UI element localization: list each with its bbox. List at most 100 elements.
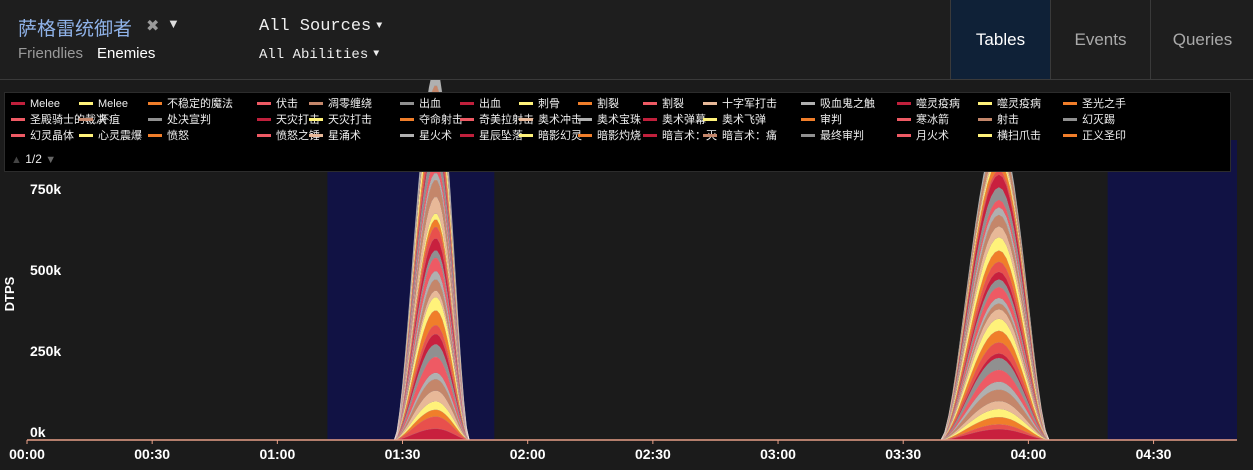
legend-swatch: [703, 101, 717, 105]
ability-dropdown[interactable]: All Abilities ▼: [259, 47, 379, 63]
legend-label: 噬灵疫病: [916, 98, 960, 110]
legend-label: 凋零缠绕: [328, 98, 372, 110]
legend-item[interactable]: Melee: [11, 97, 60, 112]
legend-item[interactable]: 寒冰箭: [897, 113, 949, 128]
legend-item[interactable]: 不稳定的魔法: [148, 97, 233, 112]
legend-swatch: [978, 101, 992, 105]
legend-swatch: [897, 117, 911, 121]
legend-label: Melee: [98, 98, 128, 110]
legend-item[interactable]: 暗言术：痛: [703, 129, 777, 144]
legend-item[interactable]: 十字军打击: [703, 97, 777, 112]
legend-item[interactable]: 正义圣印: [1063, 129, 1126, 144]
legend-item[interactable]: 横扫爪击: [978, 129, 1041, 144]
legend-swatch: [801, 133, 815, 137]
chevron-down-icon[interactable]: ▼: [167, 16, 180, 31]
legend-pager: ▲ 1/2 ▼: [11, 152, 56, 166]
legend-prev-icon[interactable]: ▲: [11, 154, 22, 166]
legend-label: 心灵震爆: [98, 130, 142, 142]
legend-label: Melee: [30, 98, 60, 110]
legend-swatch: [257, 133, 271, 137]
legend-swatch: [519, 133, 533, 137]
actor-name[interactable]: 萨格雷统御者: [18, 14, 132, 41]
legend-item[interactable]: 愤怒: [148, 129, 189, 144]
legend-item[interactable]: 奥术弹幕: [643, 113, 706, 128]
legend-page-indicator: 1/2: [25, 152, 42, 166]
legend-item[interactable]: 幻灭踢: [1063, 113, 1115, 128]
legend-item[interactable]: 凋零缠绕: [309, 97, 372, 112]
legend-item[interactable]: 刺骨: [519, 97, 560, 112]
legend-swatch: [801, 117, 815, 121]
tab-tables[interactable]: Tables: [950, 0, 1050, 79]
legend-item[interactable]: 天灾打击: [309, 113, 372, 128]
legend-item[interactable]: 夺命射击: [400, 113, 463, 128]
legend-swatch: [1063, 117, 1077, 121]
legend-item[interactable]: 奥术飞弹: [703, 113, 766, 128]
legend-item[interactable]: 星火术: [400, 129, 452, 144]
source-dropdown[interactable]: All Sources ▼: [259, 17, 382, 36]
team-friendlies-toggle[interactable]: Friendlies: [18, 45, 83, 62]
legend-item[interactable]: 出血: [400, 97, 441, 112]
legend-item[interactable]: 吸血鬼之触: [801, 97, 875, 112]
close-icon[interactable]: ✖: [146, 16, 159, 36]
legend-item[interactable]: 圣光之手: [1063, 97, 1126, 112]
legend-item[interactable]: 射击: [978, 113, 1019, 128]
legend-item[interactable]: 噬灵疫病: [897, 97, 960, 112]
team-enemies-toggle[interactable]: Enemies: [97, 45, 155, 62]
legend-swatch: [460, 117, 474, 121]
legend-label: 坏疽: [98, 114, 120, 126]
legend-swatch: [79, 133, 93, 137]
legend-item[interactable]: 心灵震爆: [79, 129, 142, 144]
legend-item[interactable]: 星涌术: [309, 129, 361, 144]
legend-swatch: [400, 117, 414, 121]
legend-label: 幻灵晶体: [30, 130, 74, 142]
legend-item[interactable]: 最终审判: [801, 129, 864, 144]
legend-item[interactable]: 割裂: [643, 97, 684, 112]
x-tick-label: 03:30: [885, 446, 921, 462]
legend-item[interactable]: 奥术宝珠: [578, 113, 641, 128]
legend-label: 愤怒: [167, 130, 189, 142]
legend-item[interactable]: 月火术: [897, 129, 949, 144]
legend-label: 奥术冲击: [538, 114, 582, 126]
x-tick-label: 00:30: [134, 446, 170, 462]
legend-item[interactable]: 审判: [801, 113, 842, 128]
legend-item[interactable]: 坏疽: [79, 113, 120, 128]
legend-item[interactable]: 伏击: [257, 97, 298, 112]
highlight-range: [1107, 140, 1237, 440]
legend-item[interactable]: 星辰坠落: [460, 129, 523, 144]
legend-item[interactable]: 出血: [460, 97, 501, 112]
top-bar: 萨格雷统御者 ✖ ▼ Friendlies Enemies All Source…: [0, 0, 1253, 80]
legend-label: 星涌术: [328, 130, 361, 142]
x-tick-label: 02:00: [510, 446, 546, 462]
legend-item[interactable]: 幻灵晶体: [11, 129, 74, 144]
legend-label: 割裂: [662, 98, 684, 110]
legend-swatch: [11, 101, 25, 105]
legend-item[interactable]: 暗影灼烧: [578, 129, 641, 144]
x-tick-label: 03:00: [760, 446, 796, 462]
legend-item[interactable]: Melee: [79, 97, 128, 112]
legend-item[interactable]: 奥术冲击: [519, 113, 582, 128]
legend-swatch: [978, 133, 992, 137]
legend-next-icon[interactable]: ▼: [45, 154, 56, 166]
legend-label: 最终审判: [820, 130, 864, 142]
legend-item[interactable]: 处决宣判: [148, 113, 211, 128]
legend-item[interactable]: 噬灵疫病: [978, 97, 1041, 112]
legend-swatch: [1063, 101, 1077, 105]
legend-swatch: [578, 101, 592, 105]
x-tick-label: 01:30: [385, 446, 421, 462]
legend-label: 寒冰箭: [916, 114, 949, 126]
legend-swatch: [703, 133, 717, 137]
legend-item[interactable]: 割裂: [578, 97, 619, 112]
legend-item[interactable]: 暗影幻灵: [519, 129, 582, 144]
legend-swatch: [11, 133, 25, 137]
y-tick-label: 0k: [30, 424, 46, 440]
legend-label: 奥术宝珠: [597, 114, 641, 126]
legend-label: 处决宣判: [167, 114, 211, 126]
tab-queries[interactable]: Queries: [1150, 0, 1253, 79]
tab-events[interactable]: Events: [1050, 0, 1150, 79]
legend-swatch: [309, 101, 323, 105]
legend-swatch: [1063, 133, 1077, 137]
chevron-down-icon: ▼: [373, 49, 380, 60]
legend-label: 暗影幻灵: [538, 130, 582, 142]
legend-swatch: [148, 101, 162, 105]
legend-swatch: [978, 117, 992, 121]
